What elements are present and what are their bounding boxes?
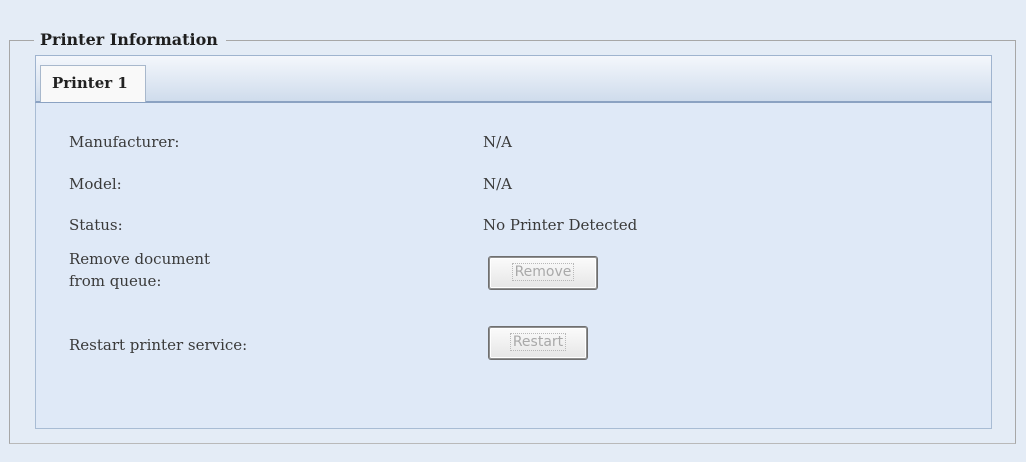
tab-printer-1[interactable]: Printer 1 <box>40 65 146 102</box>
printer-1-panel: Manufacturer: N/A Model: N/A Status: No … <box>35 103 992 429</box>
restart-button[interactable]: Restart <box>489 327 587 359</box>
remove-button[interactable]: Remove <box>489 257 597 289</box>
restart-printer-service-label: Restart printer service: <box>69 336 248 354</box>
remove-document-label: Remove document from queue: <box>69 248 210 292</box>
model-value: N/A <box>483 175 513 193</box>
printer-information-fieldset: Printer Information Printer 1 Manufactur… <box>9 29 1016 444</box>
remove-document-label-line-1: Remove document <box>69 250 211 268</box>
tab-bar: Printer 1 <box>35 55 992 103</box>
restart-button-label: Restart <box>509 333 567 351</box>
fieldset-legend: Printer Information <box>34 29 226 51</box>
remove-document-label-line-2: from queue: <box>69 272 162 290</box>
status-label: Status: <box>69 216 123 234</box>
remove-button-label: Remove <box>511 263 575 281</box>
status-value: No Printer Detected <box>483 216 638 234</box>
manufacturer-value: N/A <box>483 133 513 151</box>
manufacturer-label: Manufacturer: <box>69 133 180 151</box>
model-label: Model: <box>69 175 122 193</box>
